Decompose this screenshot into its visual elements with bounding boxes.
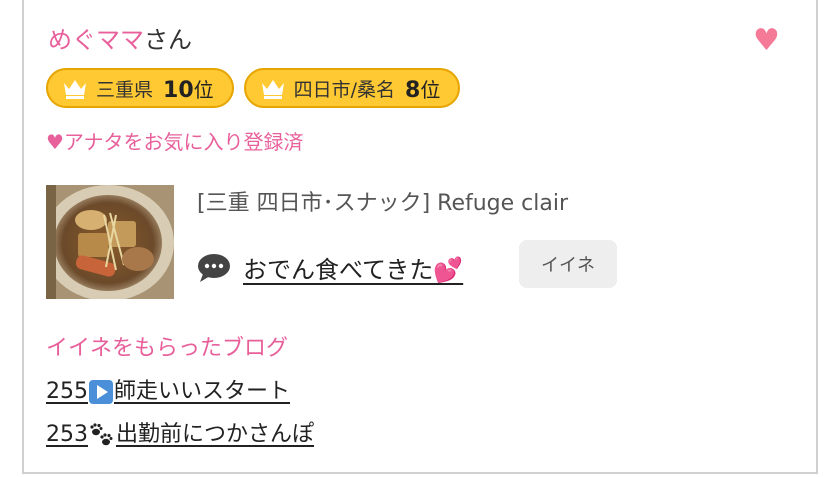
liked-blog-link[interactable]: 255 師走いいスタート bbox=[46, 377, 290, 407]
liked-blogs-heading: イイネをもらったブログ bbox=[46, 336, 289, 361]
paw-prints-icon bbox=[90, 423, 113, 446]
shop-info[interactable]: [三重 四日市･スナック] Refuge clair bbox=[197, 189, 568, 219]
blog-title: 出勤前につかさんぽ bbox=[116, 422, 315, 447]
favorite-heart-icon[interactable]: ♥ bbox=[753, 26, 783, 56]
blog-title: 師走いいスタート bbox=[114, 379, 291, 404]
blog-like-count: 255 bbox=[46, 379, 88, 404]
user-name-suffix: さん bbox=[144, 26, 192, 54]
badge-area: 四日市/桑名 bbox=[293, 78, 396, 101]
iine-button[interactable]: イイネ bbox=[519, 240, 617, 288]
user-name[interactable]: めぐママ bbox=[48, 26, 144, 54]
favorite-status: ♥アナタをお気に入り登録済 bbox=[46, 130, 304, 154]
blog-like-count: 253 bbox=[46, 422, 88, 447]
post-thumbnail[interactable] bbox=[46, 185, 174, 299]
user-activity-card: めぐママさん ♥ 三重県 10位 四日市/桑名 8位 ♥アナタをお気に入り登録済 bbox=[22, 0, 818, 474]
badge-rank: 8位 bbox=[405, 77, 441, 103]
post-title-link[interactable]: おでん食べてきた💕 bbox=[243, 250, 463, 285]
badge-rank: 10位 bbox=[163, 77, 214, 103]
user-name-line[interactable]: めぐママさん bbox=[48, 24, 192, 56]
badge-area: 三重県 bbox=[96, 78, 154, 101]
ranking-badge-prefecture[interactable]: 三重県 10位 bbox=[46, 68, 234, 108]
oden-photo-image bbox=[46, 185, 174, 299]
ranking-badge-city[interactable]: 四日市/桑名 8位 bbox=[243, 68, 461, 108]
crown-icon bbox=[64, 80, 86, 99]
play-button-icon bbox=[89, 380, 113, 404]
ranking-badges: 三重県 10位 四日市/桑名 8位 bbox=[46, 68, 461, 108]
comment-bubble-icon bbox=[198, 253, 230, 282]
post-link-row[interactable]: おでん食べてきた💕 bbox=[197, 250, 463, 285]
liked-blog-link[interactable]: 253 出勤前につかさんぽ bbox=[46, 420, 314, 450]
crown-icon bbox=[261, 80, 284, 99]
